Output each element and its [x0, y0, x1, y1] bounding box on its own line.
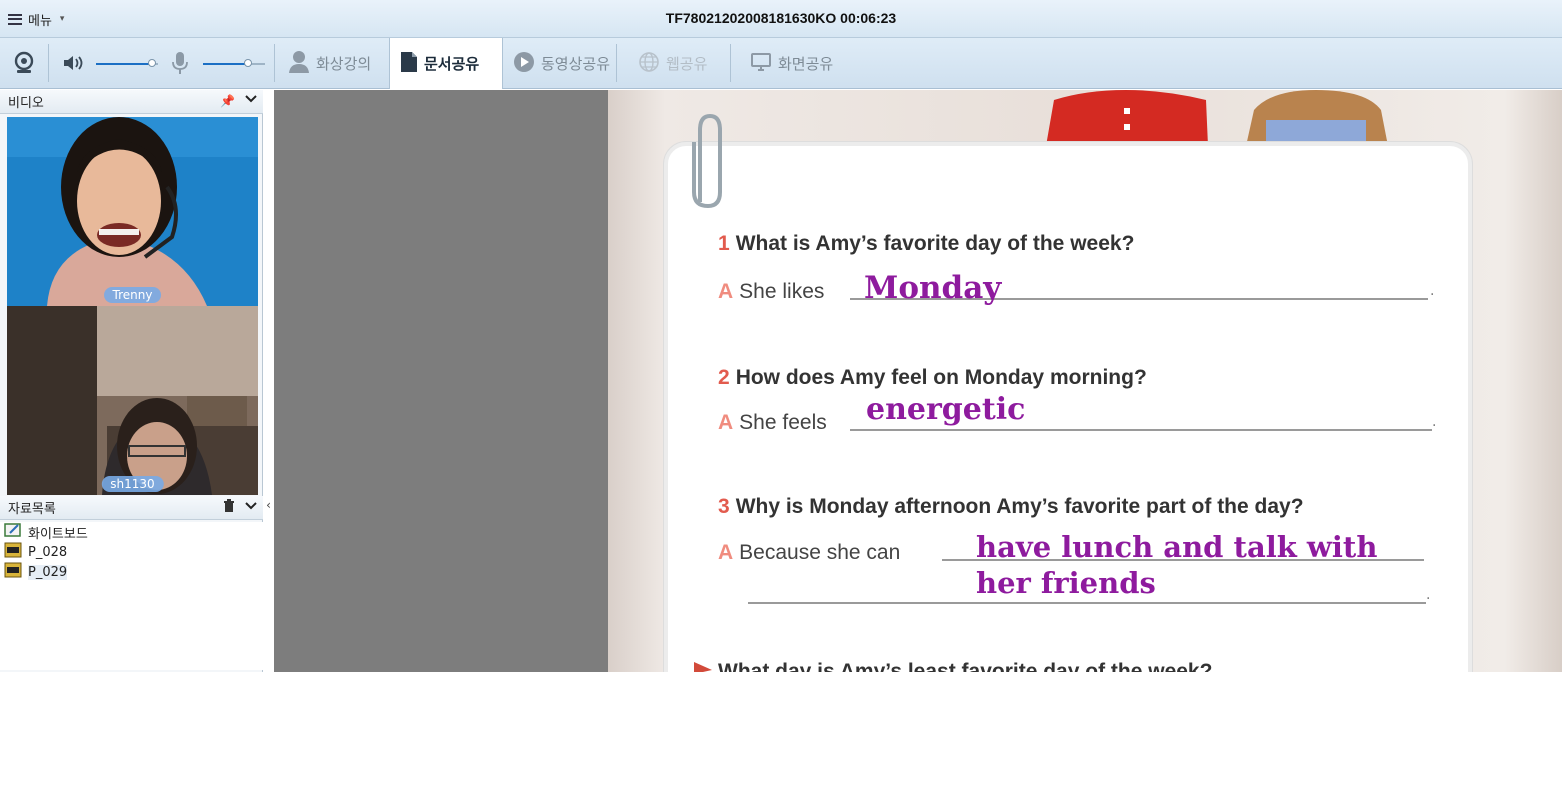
chevron-down-icon[interactable]	[245, 500, 257, 515]
tab-label: 동영상공유	[541, 56, 611, 73]
left-panel: 비디오 📌 Trenny sh1130 자료목록 화이트보드 P_028 P_0…	[0, 90, 263, 672]
title-bar: 메뉴 ▾ TF78021202008181630KO 00:06:23	[0, 0, 1562, 38]
answer-line	[748, 602, 1426, 604]
mic-volume-slider[interactable]	[203, 59, 265, 67]
toolbar-divider	[730, 44, 731, 82]
participant-video-feed	[7, 306, 258, 495]
play-icon	[513, 51, 535, 77]
pencil-marker-icon	[694, 662, 712, 672]
speaker-volume-fill	[96, 63, 152, 65]
paperclip-icon	[692, 113, 722, 209]
file-item-p028[interactable]: P_028	[0, 542, 263, 562]
img-file-icon	[4, 562, 22, 582]
user-icon	[288, 50, 310, 78]
document-icon	[400, 51, 418, 77]
file-name: 화이트보드	[28, 526, 88, 542]
files-panel-header: 자료목록	[0, 496, 263, 520]
mic-volume-knob[interactable]	[243, 59, 252, 67]
period: .	[1432, 414, 1437, 430]
question-3: 3 Why is Monday afternoon Amy’s favorite …	[718, 495, 1304, 519]
participant-name-label: Trenny	[103, 287, 162, 303]
video-panel-header: 비디오 📌	[0, 90, 263, 114]
speaker-volume-slider[interactable]	[96, 59, 158, 67]
tab-document-share[interactable]: 문서공유	[389, 38, 503, 89]
handwritten-answer-3-line-2: her friends	[976, 566, 1156, 600]
period: .	[1430, 283, 1435, 299]
handwritten-answer-1: Monday	[864, 270, 1002, 306]
file-name: P_029	[28, 564, 68, 580]
answer-letter: A	[718, 411, 734, 434]
answer-letter: A	[718, 280, 734, 303]
video-tile-sh1130[interactable]: sh1130	[7, 306, 258, 495]
file-item-p029[interactable]: P_029	[0, 562, 263, 582]
toolbar-divider	[48, 44, 49, 82]
tab-web-share[interactable]: 웹공유	[628, 38, 717, 89]
tab-video-lecture[interactable]: 화상강의	[278, 38, 381, 89]
participant-name-label: sh1130	[101, 476, 164, 492]
monitor-icon	[750, 52, 772, 76]
participant-video-feed	[7, 117, 258, 306]
shared-document-page[interactable]: 1 What is Amy’s favorite day of the week?…	[608, 90, 1562, 672]
video-tile-trenny[interactable]: Trenny	[7, 117, 258, 306]
session-title: TF78021202008181630KO 00:06:23	[665, 10, 897, 26]
file-name: P_028	[28, 544, 68, 560]
question-1: 1 What is Amy’s favorite day of the week?	[718, 232, 1134, 256]
handwritten-answer-3: have lunch and talk with	[976, 530, 1378, 564]
illustration-children	[1046, 90, 1388, 146]
toolbar-divider	[274, 44, 275, 82]
question-number: 1	[718, 232, 730, 255]
chevron-down-icon[interactable]	[245, 93, 257, 108]
video-panel-title: 비디오	[8, 96, 44, 111]
tab-label: 문서공유	[424, 56, 480, 73]
collapse-panel-chevron-left-icon[interactable]: ‹	[263, 498, 274, 514]
tab-label: 웹공유	[666, 56, 708, 73]
period: .	[1426, 587, 1431, 603]
question-text: Why is Monday afternoon Amy’s favorite p…	[735, 495, 1304, 518]
globe-icon	[638, 51, 660, 77]
answer-3: A Because she can	[718, 541, 900, 565]
question-4-partial: What day is Amy’s least favorite day of …	[718, 660, 1213, 672]
img-file-icon	[4, 542, 22, 562]
question-number: 2	[718, 366, 730, 389]
question-2: 2 How does Amy feel on Monday morning?	[718, 366, 1147, 390]
mic-volume-fill	[203, 63, 248, 65]
answer-letter: A	[718, 541, 734, 564]
speaker-icon[interactable]	[62, 52, 84, 74]
trash-icon[interactable]	[223, 499, 235, 516]
tab-label: 화면공유	[778, 56, 834, 73]
webcam-icon[interactable]	[12, 51, 36, 75]
file-list: 화이트보드 P_028 P_029	[0, 522, 263, 670]
handwritten-answer-2: energetic	[866, 392, 1026, 427]
document-viewer-background	[274, 90, 608, 672]
toolbar-divider	[616, 44, 617, 82]
pin-icon[interactable]: 📌	[220, 94, 235, 108]
file-item-whiteboard[interactable]: 화이트보드	[0, 522, 263, 542]
files-panel-title: 자료목록	[8, 502, 56, 517]
answer-prefix: Because she can	[739, 541, 901, 564]
answer-line	[850, 429, 1432, 431]
tab-label: 화상강의	[316, 56, 372, 73]
answer-1: A She likes	[718, 280, 824, 304]
question-text: How does Amy feel on Monday morning?	[735, 366, 1147, 389]
speaker-volume-knob[interactable]	[147, 59, 156, 67]
question-number: 3	[718, 495, 730, 518]
answer-prefix: She likes	[739, 280, 825, 303]
question-text: What is Amy’s favorite day of the week?	[735, 232, 1135, 255]
tab-video-share[interactable]: 동영상공유	[503, 38, 620, 89]
answer-prefix: She feels	[739, 411, 827, 434]
answer-2: A She feels	[718, 411, 827, 435]
microphone-icon[interactable]	[170, 51, 190, 75]
toolbar: 화상강의 문서공유 동영상공유 웹공유 화면공유	[0, 38, 1562, 89]
whiteboard-icon	[4, 522, 22, 542]
tab-screen-share[interactable]: 화면공유	[740, 38, 843, 89]
